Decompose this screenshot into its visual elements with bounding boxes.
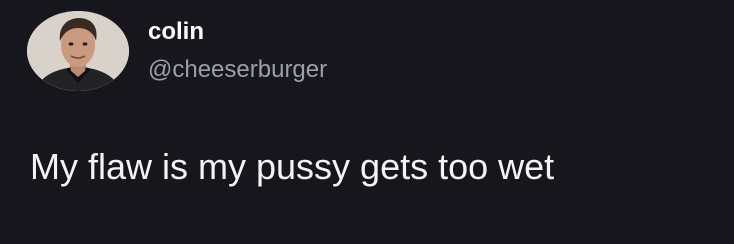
tweet-card: colin @cheeserburger My flaw is my pussy… bbox=[0, 0, 734, 244]
user-handle[interactable]: @cheeserburger bbox=[148, 56, 327, 84]
avatar[interactable] bbox=[27, 11, 129, 91]
tweet-text: My flaw is my pussy gets too wet bbox=[30, 146, 555, 187]
display-name[interactable]: colin bbox=[148, 18, 204, 46]
profile-photo-icon bbox=[27, 11, 129, 91]
